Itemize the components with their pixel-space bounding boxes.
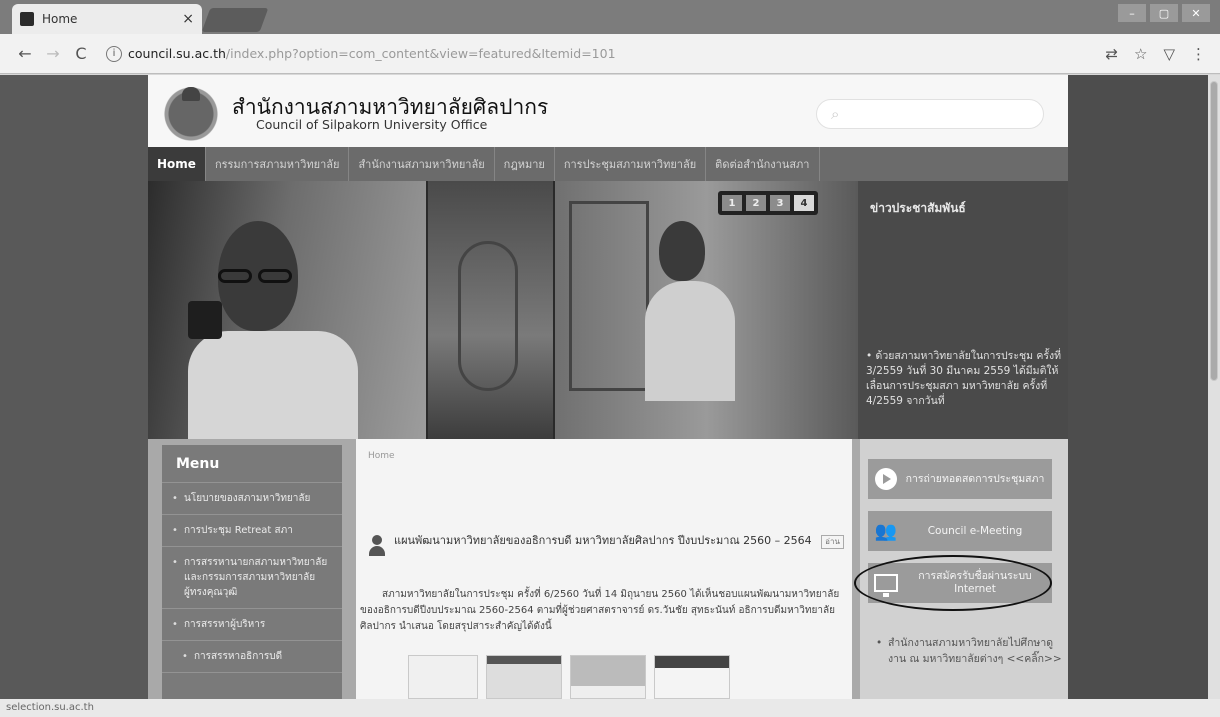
left-background (0, 75, 148, 699)
right-background (1068, 75, 1220, 699)
slide-dot-1[interactable]: 1 (722, 195, 742, 211)
slide-dot-4[interactable]: 4 (794, 195, 814, 211)
article-thumbnails (408, 655, 730, 699)
university-seal-logo[interactable] (160, 81, 222, 141)
url-path: /index.php?option=com_content&view=featu… (225, 46, 616, 61)
article-title-text[interactable]: แผนพัฒนามหาวิทยาลัยของอธิการบดี มหาวิทยา… (394, 534, 812, 547)
status-bar: selection.su.ac.th (0, 699, 1220, 717)
browser-toolbar: ← → C i council.su.ac.th /index.php?opti… (0, 34, 1220, 74)
slide-photo-painting (553, 181, 858, 439)
highlight-circle-annotation (854, 555, 1052, 611)
new-tab-button[interactable] (201, 8, 269, 32)
thumbnail-building[interactable] (570, 655, 646, 699)
figure-body (645, 281, 735, 401)
news-panel-title: ข่าวประชาสัมพันธ์ (870, 201, 966, 215)
e-meeting-button[interactable]: 👥 Council e-Meeting (868, 511, 1052, 551)
browser-tab[interactable]: Home × (12, 4, 202, 34)
maximize-icon[interactable]: ▢ (1150, 4, 1178, 22)
hero-slideshow[interactable]: 1 2 3 4 (148, 181, 858, 439)
browser-tab-bar: Home × – ▢ ✕ (0, 0, 1220, 34)
news-panel: ข่าวประชาสัมพันธ์ • ด้วยสภามหาวิทยาลัยใน… (858, 181, 1068, 439)
live-broadcast-label: การถ่ายทอดสดการประชุมสภา (905, 472, 1045, 485)
nav-item-council-meetings[interactable]: การประชุมสภามหาวิทยาลัย (555, 147, 707, 181)
search-icon: ⌕ (831, 105, 840, 123)
scrollbar[interactable] (1208, 75, 1220, 699)
shield-extension-icon[interactable]: ▽ (1163, 45, 1175, 63)
nav-item-council-members[interactable]: กรรมการสภามหาวิทยาลัย (206, 147, 350, 181)
read-badge[interactable]: อ่าน (821, 535, 844, 549)
close-tab-icon[interactable]: × (182, 11, 194, 27)
reload-icon[interactable]: C (70, 44, 92, 63)
ricon-people: 👥 (868, 511, 904, 551)
bookmark-star-icon[interactable]: ☆ (1134, 45, 1147, 63)
study-visit-news-link[interactable]: สำนักงานสภามหาวิทยาลัยไปศึกษาดูงาน ณ มหา… (876, 635, 1062, 667)
main-content: Home แผนพัฒนามหาวิทยาลัยของอธิการบดี มหา… (356, 439, 852, 699)
ricon-play (868, 459, 904, 499)
article-title[interactable]: แผนพัฒนามหาวิทยาลัยของอธิการบดี มหาวิทยา… (394, 531, 844, 550)
translate-icon[interactable]: ⇄ (1105, 45, 1118, 63)
easel-shape (569, 201, 649, 391)
slide-dot-2[interactable]: 2 (746, 195, 766, 211)
figure-body (188, 331, 358, 439)
menu-item-executive-selection[interactable]: การสรรหาผู้บริหาร (162, 609, 342, 641)
menu-item-policy[interactable]: นโยบายของสภามหาวิทยาลัย (162, 483, 342, 515)
play-icon (875, 468, 897, 490)
slideshow-pagination: 1 2 3 4 (718, 191, 818, 215)
people-icon: 👥 (874, 520, 898, 542)
scrollbar-thumb[interactable] (1210, 81, 1218, 381)
window-controls: – ▢ ✕ (1118, 4, 1210, 22)
address-bar[interactable]: i council.su.ac.th /index.php?option=com… (106, 45, 1105, 62)
slide-photo-portrait (148, 181, 426, 439)
author-avatar-icon (368, 535, 386, 557)
search-input[interactable]: ⌕ (816, 99, 1044, 129)
page-viewport: สำนักงานสภามหาวิทยาลัยศิลปากร Council of… (0, 75, 1220, 699)
forward-arrow-icon[interactable]: → (42, 44, 64, 63)
url-host: council.su.ac.th (128, 46, 226, 61)
nav-item-contact[interactable]: ติดต่อสำนักงานสภา (706, 147, 820, 181)
breadcrumb[interactable]: Home (368, 451, 395, 461)
close-window-icon[interactable]: ✕ (1182, 4, 1210, 22)
thumbnail-slide[interactable] (486, 655, 562, 699)
article-body: สภามหาวิทยาลัยในการประชุม ครั้งที่ 6/256… (360, 589, 840, 632)
tab-title: Home (42, 12, 78, 26)
figure-head (659, 221, 705, 281)
back-arrow-icon[interactable]: ← (14, 44, 36, 63)
menu-item-council-selection[interactable]: การสรรหานายกสภามหาวิทยาลัยและกรรมการสภาม… (162, 547, 342, 609)
right-column: การถ่ายทอดสดการประชุมสภา 👥 Council e-Mee… (854, 439, 1068, 699)
e-meeting-label: Council e-Meeting (927, 524, 1023, 537)
glasses-shape (258, 269, 292, 283)
site-container: สำนักงานสภามหาวิทยาลัยศิลปากร Council of… (148, 75, 1068, 699)
minimize-icon[interactable]: – (1118, 4, 1146, 22)
toolbar-icons: ⇄ ☆ ▽ ⋮ (1105, 45, 1206, 63)
live-broadcast-button[interactable]: การถ่ายทอดสดการประชุมสภา (868, 459, 1052, 499)
slide-photo-sculpture (426, 181, 553, 439)
site-favicon-icon (20, 12, 34, 26)
site-title-english: Council of Silpakorn University Office (256, 117, 488, 132)
site-header: สำนักงานสภามหาวิทยาลัยศิลปากร Council of… (148, 75, 1068, 147)
thumbnail-document[interactable] (408, 655, 478, 699)
info-icon[interactable]: i (106, 45, 122, 62)
nav-item-law[interactable]: กฎหมาย (495, 147, 555, 181)
nav-item-council-office[interactable]: สำนักงานสภามหาวิทยาลัย (349, 147, 495, 181)
menu-title: Menu (162, 445, 342, 483)
menu-item-retreat[interactable]: การประชุม Retreat สภา (162, 515, 342, 547)
easel-shape (458, 241, 518, 391)
glasses-shape (218, 269, 252, 283)
camera-shape (188, 301, 222, 339)
main-navigation: Home กรรมการสภามหาวิทยาลัย สำนักงานสภามห… (148, 147, 1068, 181)
menu-dots-icon[interactable]: ⋮ (1191, 45, 1206, 63)
side-menu: Menu นโยบายของสภามหาวิทยาลัย การประชุม R… (162, 445, 342, 699)
news-item-link[interactable]: • ด้วยสภามหาวิทยาลัยในการประชุม ครั้งที่… (866, 349, 1062, 409)
slide-dot-3[interactable]: 3 (770, 195, 790, 211)
thumbnail-presentation[interactable] (654, 655, 730, 699)
menu-item-president-selection[interactable]: การสรรหาอธิการบดี (162, 641, 342, 673)
nav-item-home[interactable]: Home (148, 147, 206, 181)
